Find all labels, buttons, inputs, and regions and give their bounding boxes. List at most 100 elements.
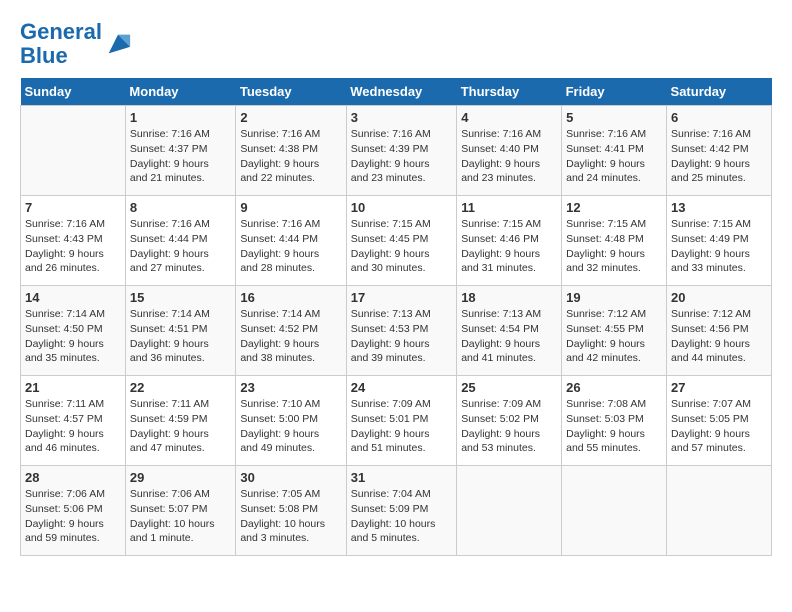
day-number: 12 [566,200,662,215]
day-number: 30 [240,470,341,485]
calendar-week-row: 1 Sunrise: 7:16 AMSunset: 4:37 PMDaylight… [21,106,772,196]
day-number: 23 [240,380,341,395]
calendar-cell: 9Sunrise: 7:16 AMSunset: 4:44 PMDaylight… [236,196,346,286]
day-header-tuesday: Tuesday [236,78,346,106]
day-info: Sunrise: 7:08 AMSunset: 5:03 PMDaylight:… [566,397,662,456]
day-info: Sunrise: 7:11 AMSunset: 4:57 PMDaylight:… [25,397,121,456]
day-info: Sunrise: 7:14 AMSunset: 4:51 PMDaylight:… [130,307,231,366]
calendar-table: SundayMondayTuesdayWednesdayThursdayFrid… [20,78,772,556]
day-number: 15 [130,290,231,305]
day-header-sunday: Sunday [21,78,126,106]
day-number: 26 [566,380,662,395]
day-number: 11 [461,200,557,215]
day-info: Sunrise: 7:06 AMSunset: 5:07 PMDaylight:… [130,487,231,546]
day-info: Sunrise: 7:09 AMSunset: 5:01 PMDaylight:… [351,397,452,456]
calendar-cell: 30 Sunrise: 7:05 AMSunset: 5:08 PMDayligh… [236,466,346,556]
calendar-cell: 12 Sunrise: 7:15 AMSunset: 4:48 PMDayligh… [562,196,667,286]
day-number: 8 [130,200,231,215]
calendar-cell: 5Sunrise: 7:16 AMSunset: 4:41 PMDaylight… [562,106,667,196]
logo: General Blue [20,20,132,68]
day-number: 14 [25,290,121,305]
day-number: 18 [461,290,557,305]
day-info: Sunrise: 7:04 AMSunset: 5:09 PMDaylight:… [351,487,452,546]
calendar-cell: 26 Sunrise: 7:08 AMSunset: 5:03 PMDayligh… [562,376,667,466]
calendar-week-row: 14 Sunrise: 7:14 AMSunset: 4:50 PMDayligh… [21,286,772,376]
day-info: Sunrise: 7:15 AMSunset: 4:46 PMDaylight:… [461,217,557,276]
day-info: Sunrise: 7:13 AMSunset: 4:53 PMDaylight:… [351,307,452,366]
day-info: Sunrise: 7:16 AMSunset: 4:43 PMDaylight:… [25,217,121,276]
calendar-cell: 10 Sunrise: 7:15 AMSunset: 4:45 PMDayligh… [346,196,456,286]
calendar-cell: 18 Sunrise: 7:13 AMSunset: 4:54 PMDayligh… [457,286,562,376]
logo-text: General Blue [20,20,102,68]
day-header-monday: Monday [125,78,235,106]
day-info: Sunrise: 7:15 AMSunset: 4:48 PMDaylight:… [566,217,662,276]
day-info: Sunrise: 7:16 AMSunset: 4:40 PMDaylight:… [461,127,557,186]
calendar-cell: 11 Sunrise: 7:15 AMSunset: 4:46 PMDayligh… [457,196,562,286]
day-info: Sunrise: 7:15 AMSunset: 4:49 PMDaylight:… [671,217,767,276]
day-number: 3 [351,110,452,125]
calendar-cell: 19 Sunrise: 7:12 AMSunset: 4:55 PMDayligh… [562,286,667,376]
day-number: 4 [461,110,557,125]
calendar-week-row: 21 Sunrise: 7:11 AMSunset: 4:57 PMDayligh… [21,376,772,466]
day-number: 16 [240,290,341,305]
day-info: Sunrise: 7:14 AMSunset: 4:52 PMDaylight:… [240,307,341,366]
calendar-cell [457,466,562,556]
day-info: Sunrise: 7:16 AMSunset: 4:44 PMDaylight:… [130,217,231,276]
day-info: Sunrise: 7:06 AMSunset: 5:06 PMDaylight:… [25,487,121,546]
calendar-cell: 2 Sunrise: 7:16 AMSunset: 4:38 PMDaylight… [236,106,346,196]
calendar-cell: 4 Sunrise: 7:16 AMSunset: 4:40 PMDaylight… [457,106,562,196]
day-number: 21 [25,380,121,395]
calendar-cell: 14 Sunrise: 7:14 AMSunset: 4:50 PMDayligh… [21,286,126,376]
day-header-thursday: Thursday [457,78,562,106]
calendar-cell: 6 Sunrise: 7:16 AMSunset: 4:42 PMDaylight… [667,106,772,196]
calendar-week-row: 28Sunrise: 7:06 AMSunset: 5:06 PMDayligh… [21,466,772,556]
calendar-cell: 21 Sunrise: 7:11 AMSunset: 4:57 PMDayligh… [21,376,126,466]
day-number: 6 [671,110,767,125]
day-header-wednesday: Wednesday [346,78,456,106]
day-info: Sunrise: 7:12 AMSunset: 4:55 PMDaylight:… [566,307,662,366]
calendar-cell: 3 Sunrise: 7:16 AMSunset: 4:39 PMDaylight… [346,106,456,196]
calendar-cell: 24Sunrise: 7:09 AMSunset: 5:01 PMDayligh… [346,376,456,466]
day-info: Sunrise: 7:14 AMSunset: 4:50 PMDaylight:… [25,307,121,366]
day-info: Sunrise: 7:16 AMSunset: 4:38 PMDaylight:… [240,127,341,186]
day-number: 7 [25,200,121,215]
day-info: Sunrise: 7:16 AMSunset: 4:39 PMDaylight:… [351,127,452,186]
calendar-cell: 27 Sunrise: 7:07 AMSunset: 5:05 PMDayligh… [667,376,772,466]
day-header-friday: Friday [562,78,667,106]
day-number: 9 [240,200,341,215]
day-info: Sunrise: 7:07 AMSunset: 5:05 PMDaylight:… [671,397,767,456]
day-info: Sunrise: 7:16 AMSunset: 4:41 PMDaylight:… [566,127,662,186]
calendar-cell: 7 Sunrise: 7:16 AMSunset: 4:43 PMDaylight… [21,196,126,286]
day-info: Sunrise: 7:13 AMSunset: 4:54 PMDaylight:… [461,307,557,366]
calendar-header-row: SundayMondayTuesdayWednesdayThursdayFrid… [21,78,772,106]
day-number: 19 [566,290,662,305]
calendar-cell: 23 Sunrise: 7:10 AMSunset: 5:00 PMDayligh… [236,376,346,466]
day-info: Sunrise: 7:05 AMSunset: 5:08 PMDaylight:… [240,487,341,546]
day-info: Sunrise: 7:09 AMSunset: 5:02 PMDaylight:… [461,397,557,456]
day-info: Sunrise: 7:11 AMSunset: 4:59 PMDaylight:… [130,397,231,456]
day-number: 27 [671,380,767,395]
day-info: Sunrise: 7:10 AMSunset: 5:00 PMDaylight:… [240,397,341,456]
calendar-cell: 31 Sunrise: 7:04 AMSunset: 5:09 PMDayligh… [346,466,456,556]
day-number: 1 [130,110,231,125]
calendar-cell: 8 Sunrise: 7:16 AMSunset: 4:44 PMDaylight… [125,196,235,286]
calendar-cell: 15 Sunrise: 7:14 AMSunset: 4:51 PMDayligh… [125,286,235,376]
day-number: 25 [461,380,557,395]
day-number: 10 [351,200,452,215]
day-info: Sunrise: 7:15 AMSunset: 4:45 PMDaylight:… [351,217,452,276]
calendar-cell: 28Sunrise: 7:06 AMSunset: 5:06 PMDayligh… [21,466,126,556]
calendar-cell [667,466,772,556]
calendar-cell: 16 Sunrise: 7:14 AMSunset: 4:52 PMDayligh… [236,286,346,376]
calendar-cell: 22 Sunrise: 7:11 AMSunset: 4:59 PMDayligh… [125,376,235,466]
calendar-cell: 25 Sunrise: 7:09 AMSunset: 5:02 PMDayligh… [457,376,562,466]
day-number: 31 [351,470,452,485]
day-info: Sunrise: 7:16 AMSunset: 4:42 PMDaylight:… [671,127,767,186]
day-number: 13 [671,200,767,215]
day-number: 2 [240,110,341,125]
day-number: 29 [130,470,231,485]
calendar-cell [21,106,126,196]
day-number: 20 [671,290,767,305]
day-info: Sunrise: 7:16 AMSunset: 4:37 PMDaylight:… [130,127,231,186]
calendar-week-row: 7 Sunrise: 7:16 AMSunset: 4:43 PMDaylight… [21,196,772,286]
day-number: 22 [130,380,231,395]
